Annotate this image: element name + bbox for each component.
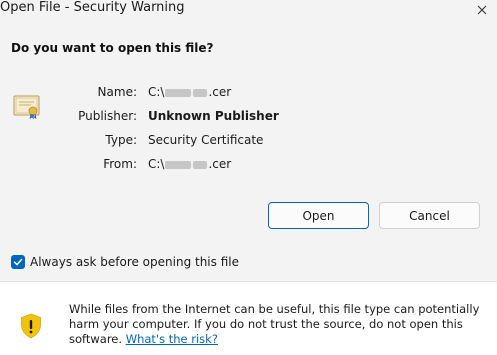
always-ask-checkbox[interactable] <box>11 255 25 269</box>
redacted-text <box>193 88 208 97</box>
type-value: Security Certificate <box>148 133 264 147</box>
type-label: Type: <box>105 133 137 147</box>
publisher-label: Publisher: <box>78 109 137 123</box>
checkmark-icon <box>13 258 23 266</box>
prompt-question: Do you want to open this file? <box>11 41 214 55</box>
name-suffix: .cer <box>208 85 232 99</box>
shield-warning-icon <box>21 313 41 339</box>
from-row: From: C:\ .cer <box>0 157 497 175</box>
name-value: C:\ .cer <box>148 85 231 99</box>
open-button[interactable]: Open <box>268 202 369 229</box>
close-icon <box>477 5 487 15</box>
from-label: From: <box>103 157 137 171</box>
cancel-button[interactable]: Cancel <box>379 202 480 229</box>
warning-text: While files from the Internet can be use… <box>69 302 489 347</box>
name-row: Name: C:\ .cer <box>0 85 497 103</box>
from-prefix: C:\ <box>148 157 165 171</box>
redacted-text <box>193 160 208 169</box>
security-warning-dialog: Open File - Security Warning Do you want… <box>0 0 497 355</box>
redacted-text <box>165 88 192 97</box>
window-title: Open File - Security Warning <box>0 0 185 15</box>
from-suffix: .cer <box>208 157 232 171</box>
close-button[interactable] <box>467 0 497 20</box>
always-ask-option[interactable]: Always ask before opening this file <box>11 254 239 270</box>
whats-the-risk-link[interactable]: What's the risk? <box>126 332 218 346</box>
redacted-text <box>165 160 192 169</box>
publisher-row: Publisher: Unknown Publisher <box>0 109 497 127</box>
name-label: Name: <box>97 85 137 99</box>
title-bar: Open File - Security Warning <box>0 0 497 28</box>
warning-footer: While files from the Internet can be use… <box>0 282 497 355</box>
type-row: Type: Security Certificate <box>0 133 497 151</box>
name-prefix: C:\ <box>148 85 165 99</box>
publisher-value: Unknown Publisher <box>148 109 279 123</box>
always-ask-label: Always ask before opening this file <box>30 255 239 269</box>
from-value: C:\ .cer <box>148 157 231 171</box>
